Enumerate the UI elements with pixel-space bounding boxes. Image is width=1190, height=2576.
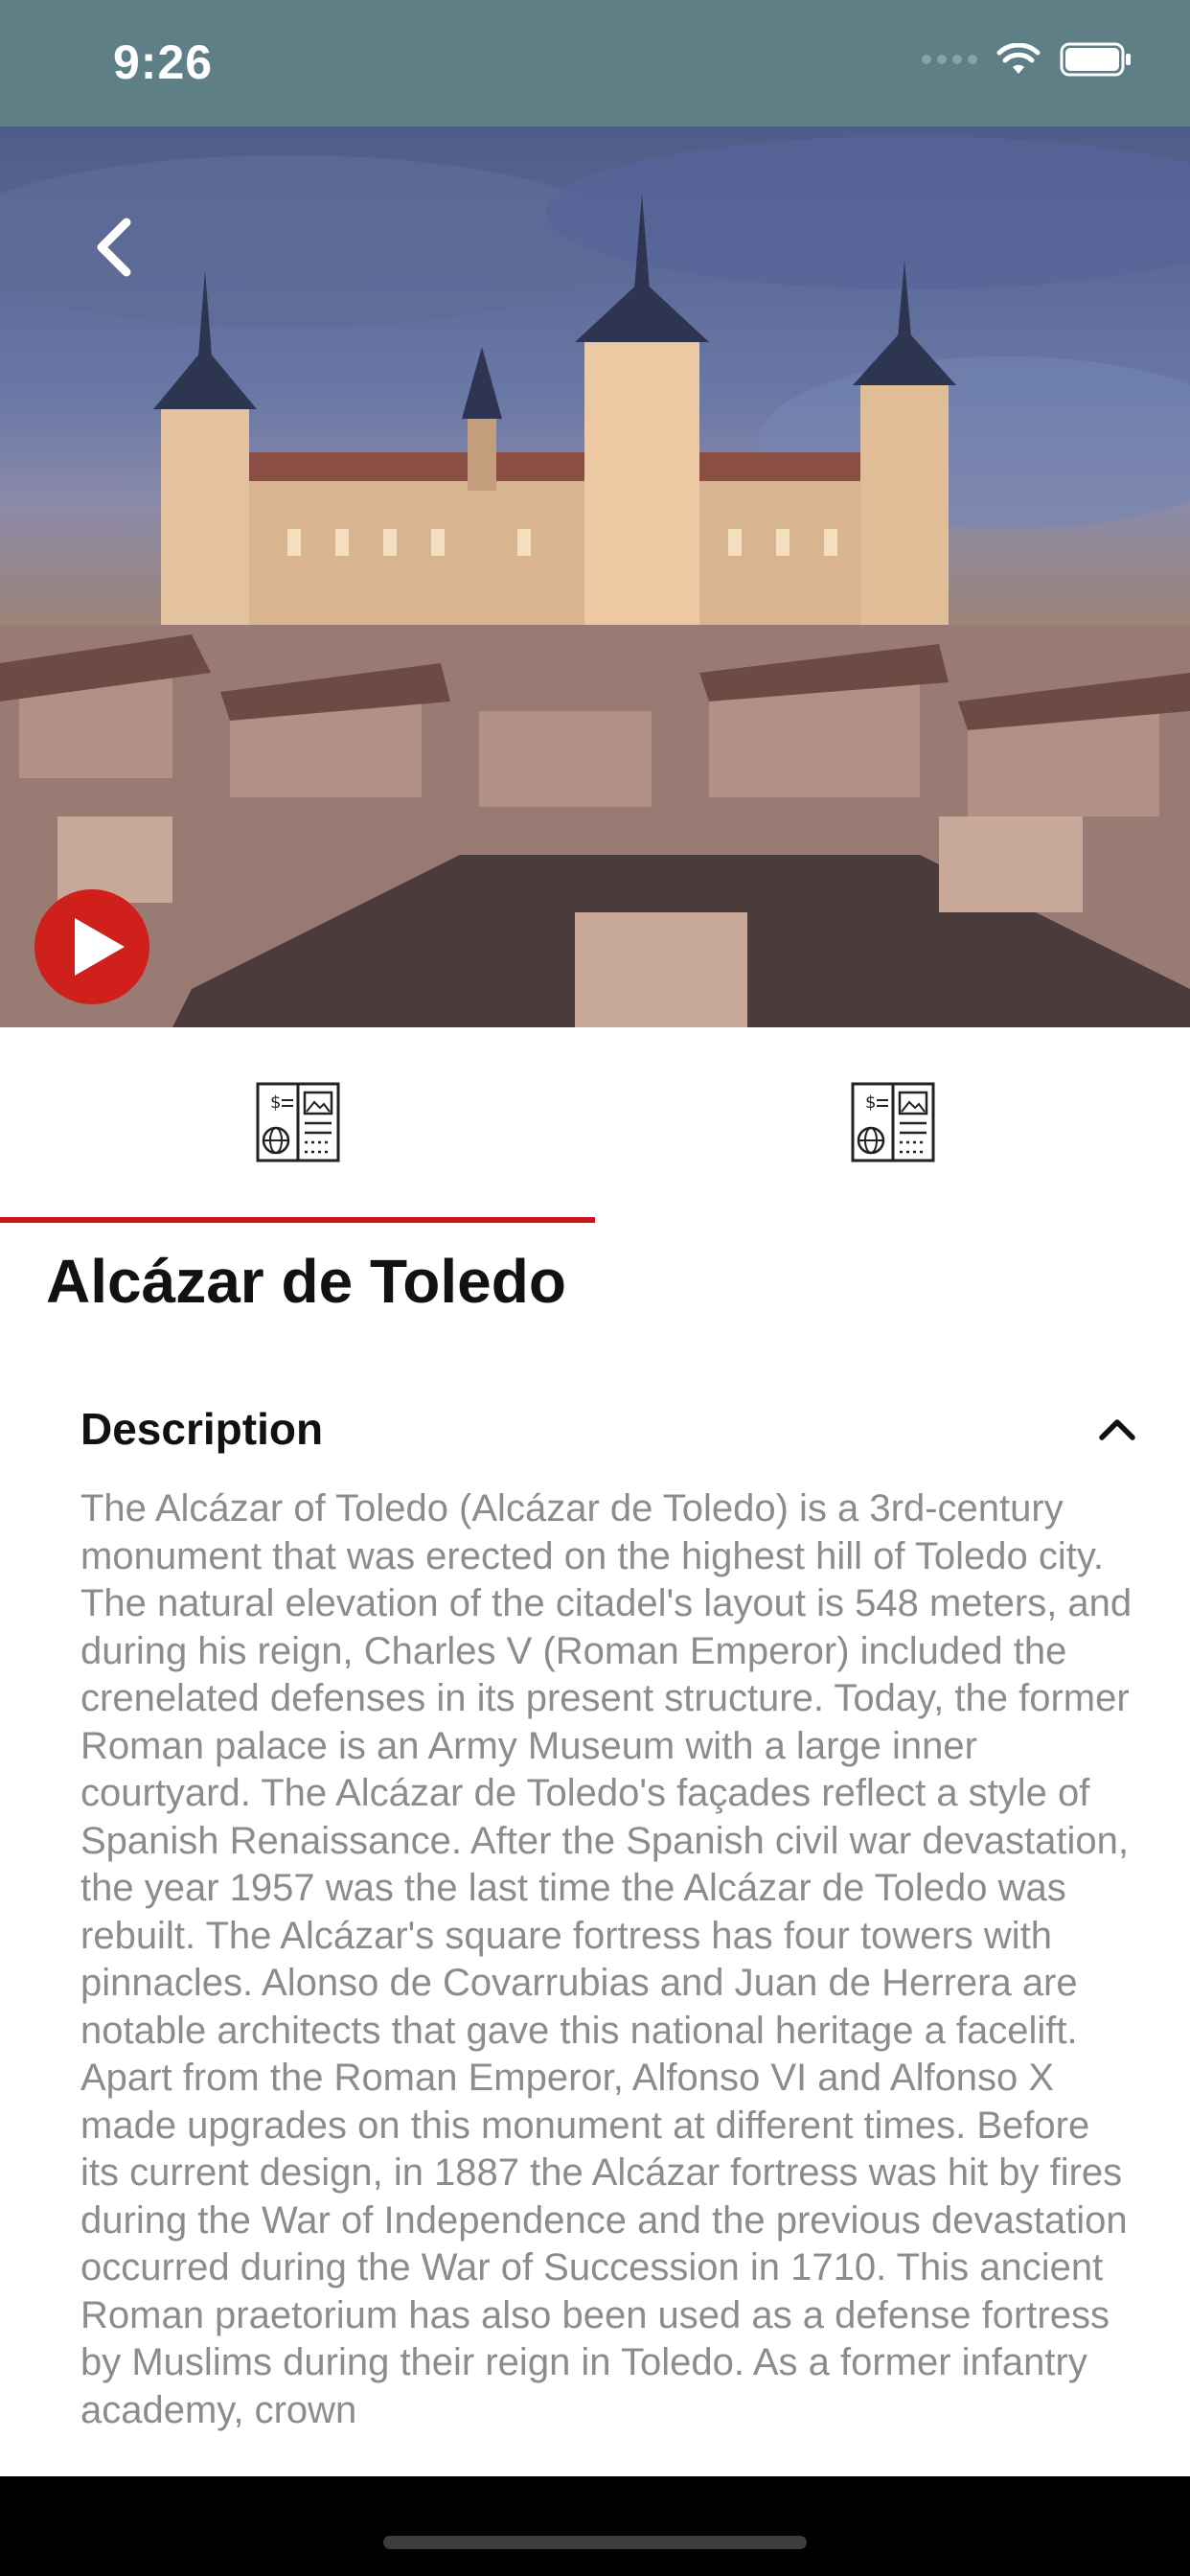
chevron-up-icon xyxy=(1099,1419,1135,1440)
battery-icon xyxy=(1060,42,1131,77)
brochure-icon: $ xyxy=(256,1082,339,1162)
description-paragraph: Apart from the Roman Emperor, Alfonso VI… xyxy=(80,2057,1128,2431)
description-text: The Alcázar of Toledo (Alcázar de Toledo… xyxy=(80,1485,1134,2474)
svg-text:$: $ xyxy=(270,1092,281,1113)
chevron-left-icon xyxy=(97,218,131,277)
hero-photo xyxy=(0,136,1190,1027)
cellular-signal-icon xyxy=(922,55,977,64)
tab-details[interactable]: $ xyxy=(595,1027,1190,1225)
status-bar: 9:26 xyxy=(0,0,1190,126)
hero-image xyxy=(0,126,1190,1027)
tab-bar: $ $ xyxy=(0,1027,1190,1225)
description-paragraph: The Alcázar of Toledo (Alcázar de Toledo… xyxy=(80,1487,1133,2052)
status-time: 9:26 xyxy=(113,35,214,89)
svg-text:$: $ xyxy=(865,1092,876,1113)
back-button[interactable] xyxy=(86,209,144,286)
brochure-icon: $ xyxy=(851,1082,934,1162)
page-title: Alcázar de Toledo xyxy=(46,1247,566,1316)
description-toggle[interactable]: Description xyxy=(80,1395,1144,1462)
tab-info[interactable]: $ xyxy=(0,1027,595,1225)
home-bar-area xyxy=(0,2476,1190,2576)
wifi-icon xyxy=(996,43,1041,74)
tab-indicator xyxy=(0,1217,595,1223)
home-indicator[interactable] xyxy=(383,2536,807,2549)
status-icons xyxy=(922,42,1133,77)
section-title: Description xyxy=(80,1404,324,1454)
play-icon xyxy=(75,918,125,976)
play-button[interactable] xyxy=(34,889,149,1004)
